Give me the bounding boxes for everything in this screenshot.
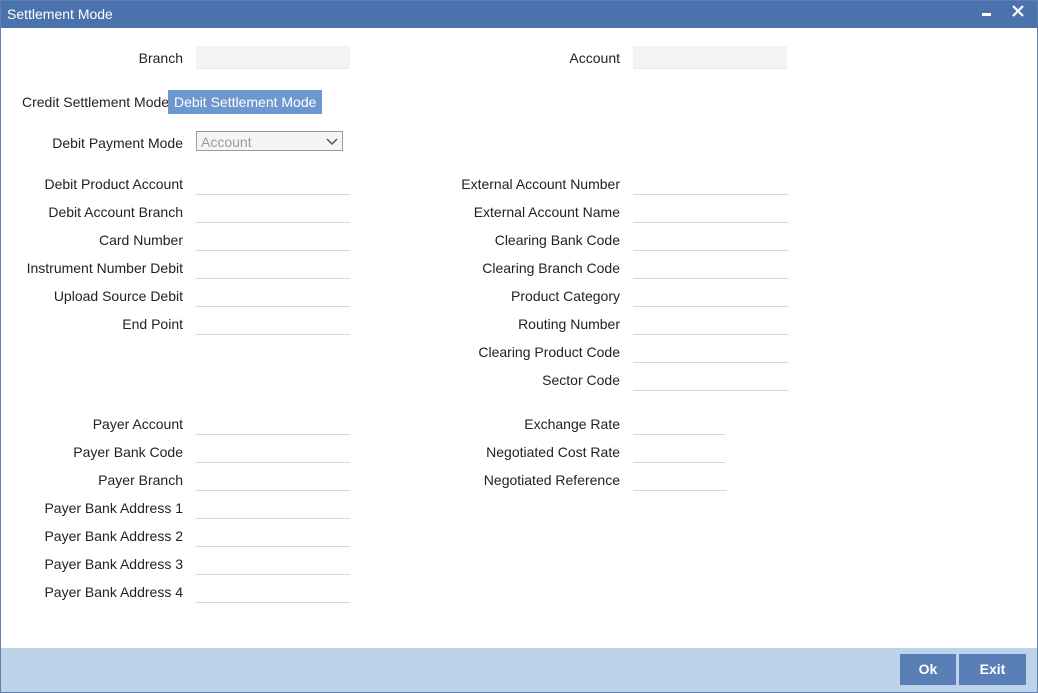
external-account-name-field[interactable] — [633, 200, 788, 223]
clearing-bank-code-label: Clearing Bank Code — [494, 232, 620, 248]
branch-field[interactable] — [196, 46, 350, 69]
debit-product-account-label: Debit Product Account — [44, 176, 183, 192]
external-account-name-label: External Account Name — [473, 204, 620, 220]
account-field[interactable] — [633, 46, 787, 69]
upload-source-debit-field[interactable] — [196, 284, 350, 307]
clearing-bank-code-field[interactable] — [633, 228, 788, 251]
payer-account-field[interactable] — [196, 412, 350, 435]
exchange-rate-label: Exchange Rate — [524, 416, 620, 432]
tab-debit-settlement-mode[interactable]: Debit Settlement Mode — [168, 90, 323, 114]
negotiated-cost-rate-field[interactable] — [633, 440, 725, 463]
footer-bar: Ok Exit — [1, 648, 1037, 692]
tab-credit-settlement-mode[interactable]: Credit Settlement Mode — [16, 90, 175, 114]
end-point-field[interactable] — [196, 312, 350, 335]
payer-bank-address-2-field[interactable] — [196, 524, 350, 547]
negotiated-reference-label: Negotiated Reference — [483, 472, 620, 488]
external-account-number-field[interactable] — [633, 172, 788, 195]
negotiated-reference-field[interactable] — [633, 468, 727, 491]
upload-source-debit-label: Upload Source Debit — [53, 288, 183, 304]
title-bar: Settlement Mode — [1, 1, 1037, 28]
exchange-rate-field[interactable] — [633, 412, 725, 435]
negotiated-cost-rate-label: Negotiated Cost Rate — [486, 444, 620, 460]
window-title: Settlement Mode — [7, 6, 113, 22]
branch-label: Branch — [138, 50, 183, 66]
card-number-field[interactable] — [196, 228, 350, 251]
payer-branch-field[interactable] — [196, 468, 350, 491]
payer-branch-label: Payer Branch — [98, 472, 183, 488]
payer-bank-address-1-label: Payer Bank Address 1 — [44, 500, 183, 516]
payer-bank-address-2-label: Payer Bank Address 2 — [44, 528, 183, 544]
clearing-product-code-field[interactable] — [633, 340, 788, 363]
close-icon[interactable] — [1010, 2, 1026, 26]
debit-payment-mode-select[interactable]: Account — [196, 131, 343, 151]
account-label: Account — [569, 50, 620, 66]
sector-code-label: Sector Code — [542, 372, 620, 388]
payer-account-label: Payer Account — [92, 416, 183, 432]
debit-product-account-field[interactable] — [196, 172, 350, 195]
routing-number-label: Routing Number — [518, 316, 620, 332]
payer-bank-address-3-label: Payer Bank Address 3 — [44, 556, 183, 572]
payer-bank-code-field[interactable] — [196, 440, 350, 463]
payer-bank-address-4-label: Payer Bank Address 4 — [44, 584, 183, 600]
product-category-field[interactable] — [633, 284, 788, 307]
debit-payment-mode-label: Debit Payment Mode — [52, 135, 183, 151]
payer-bank-code-label: Payer Bank Code — [73, 444, 183, 460]
chevron-down-icon — [325, 132, 339, 152]
instrument-number-debit-label: Instrument Number Debit — [26, 260, 183, 276]
clearing-branch-code-field[interactable] — [633, 256, 788, 279]
instrument-number-debit-field[interactable] — [196, 256, 350, 279]
payer-bank-address-3-field[interactable] — [196, 552, 350, 575]
product-category-label: Product Category — [511, 288, 620, 304]
debit-payment-mode-value: Account — [201, 134, 252, 150]
debit-account-branch-label: Debit Account Branch — [48, 204, 183, 220]
ok-button[interactable]: Ok — [900, 654, 956, 685]
debit-account-branch-field[interactable] — [196, 200, 350, 223]
exit-button[interactable]: Exit — [959, 654, 1026, 685]
sector-code-field[interactable] — [633, 368, 788, 391]
clearing-product-code-label: Clearing Product Code — [478, 344, 620, 360]
payer-bank-address-4-field[interactable] — [196, 580, 350, 603]
card-number-label: Card Number — [98, 232, 183, 248]
minimize-icon[interactable] — [980, 2, 994, 26]
clearing-branch-code-label: Clearing Branch Code — [482, 260, 620, 276]
routing-number-field[interactable] — [633, 312, 788, 335]
external-account-number-label: External Account Number — [461, 176, 620, 192]
settlement-mode-window: Settlement Mode Branch Account Credit Se… — [0, 0, 1038, 693]
end-point-label: End Point — [122, 316, 183, 332]
payer-bank-address-1-field[interactable] — [196, 496, 350, 519]
